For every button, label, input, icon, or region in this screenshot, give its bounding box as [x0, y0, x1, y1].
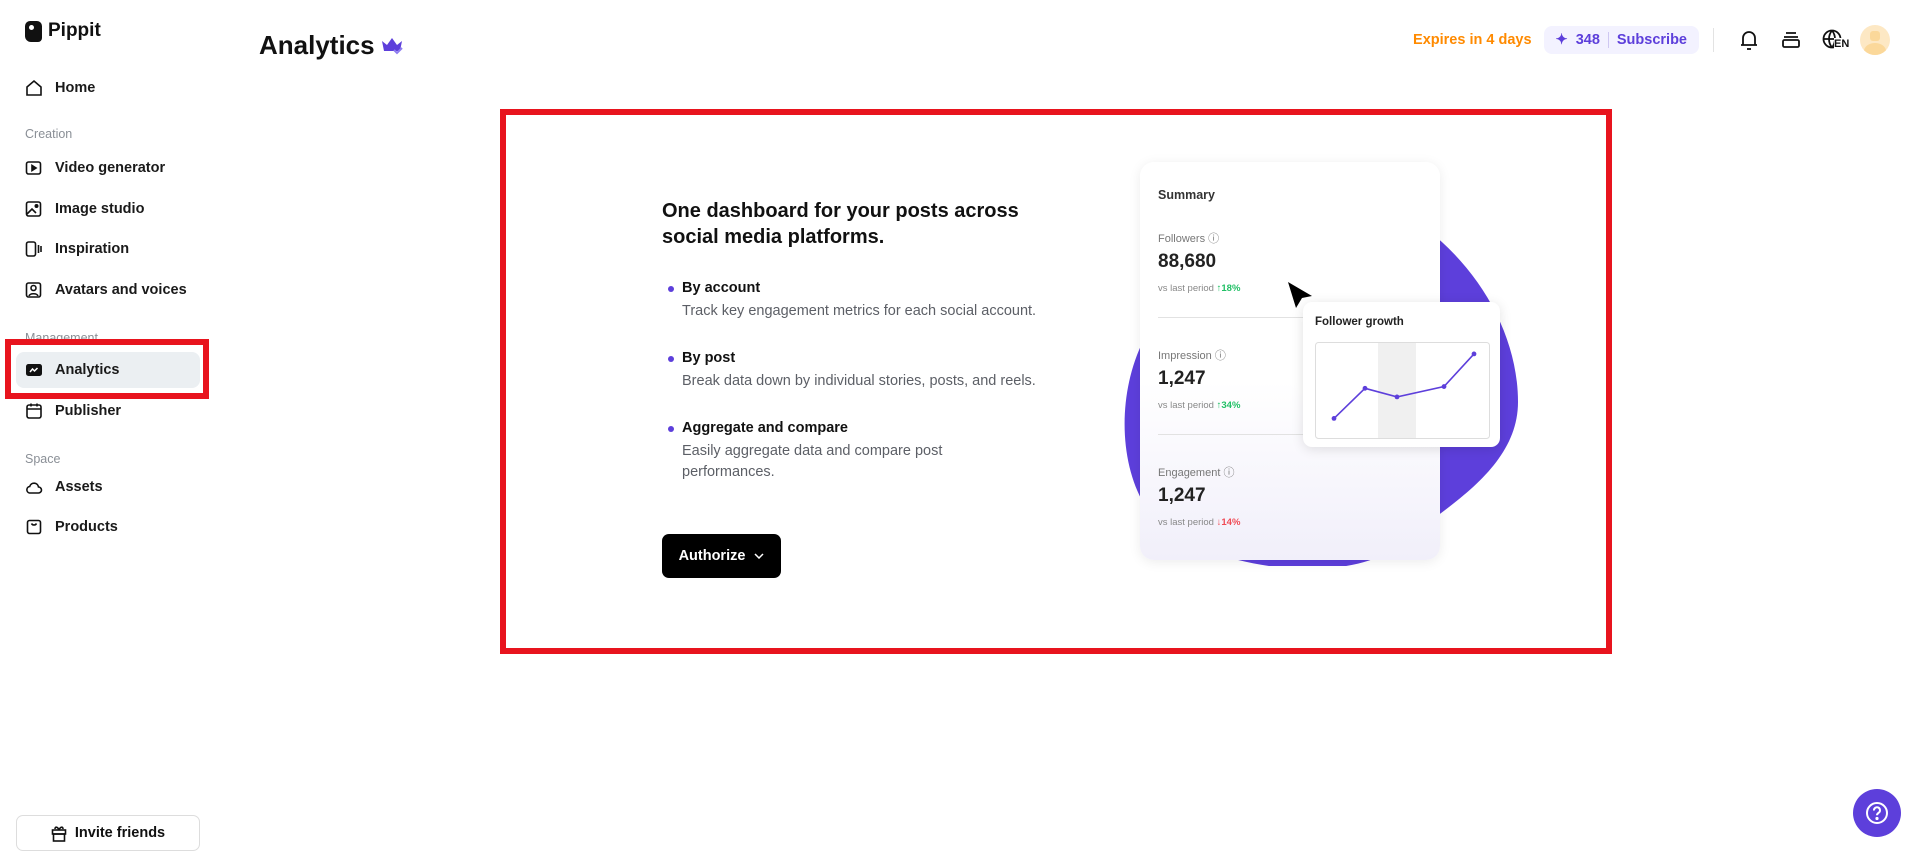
- metric-value: 1,247: [1158, 485, 1206, 506]
- expiry-notice[interactable]: Expires in 4 days: [1413, 32, 1531, 48]
- subscribe-button[interactable]: Subscribe: [1617, 32, 1687, 48]
- intro-heading: One dashboard for your posts across soci…: [662, 200, 1019, 248]
- wallet-icon: [1782, 32, 1800, 48]
- credits-subscribe-pill[interactable]: ✦ 348 Subscribe: [1543, 26, 1699, 54]
- wallet-button[interactable]: [1770, 26, 1812, 54]
- language-code: EN: [1834, 38, 1850, 50]
- metric-value: 88,680: [1158, 251, 1217, 272]
- metric-label: Engagement ⓘ: [1158, 467, 1235, 479]
- follower-growth-chart: [1315, 342, 1490, 439]
- metric-change: vs last period ↑18%: [1158, 283, 1241, 294]
- help-circle-icon: ⓘ: [1223, 467, 1235, 479]
- authorize-button[interactable]: Authorize: [662, 534, 781, 578]
- header-actions: Expires in 4 days ✦ 348 Subscribe EN: [1413, 25, 1890, 55]
- growth-point: [1471, 351, 1477, 357]
- image-icon: [25, 201, 42, 217]
- help-circle-icon: ⓘ: [1214, 350, 1226, 362]
- logo-icon: [25, 20, 42, 42]
- home-icon: [26, 79, 42, 96]
- video-icon: [25, 161, 42, 175]
- pill-divider: [1607, 32, 1609, 48]
- notifications-button[interactable]: [1728, 26, 1770, 54]
- sidebar-item-home[interactable]: Home: [16, 70, 200, 106]
- bullet-dot: [668, 426, 674, 432]
- summary-title: Summary: [1158, 188, 1215, 202]
- invite-friends-button[interactable]: Invite friends: [16, 815, 200, 851]
- help-button[interactable]: [1853, 789, 1901, 837]
- growth-point: [1362, 385, 1368, 391]
- section-space: Space: [25, 452, 61, 466]
- question-icon: [1866, 802, 1888, 824]
- help-circle-icon: ⓘ: [1208, 233, 1220, 245]
- growth-point: [1331, 416, 1337, 421]
- inspiration-icon: [25, 241, 42, 257]
- gift-icon: [51, 825, 67, 842]
- bullet-dot: [668, 356, 674, 362]
- avatar-icon: [25, 282, 42, 298]
- cloud-icon: [26, 482, 43, 494]
- sidebar-item-video-generator[interactable]: Video generator: [16, 150, 200, 186]
- metric-label: Impression ⓘ: [1158, 350, 1226, 362]
- sparkle-icon: ✦: [1555, 32, 1568, 48]
- follower-growth-title: Follower growth: [1315, 316, 1404, 328]
- bell-icon: [1741, 31, 1757, 50]
- highlight-box-analytics: [5, 339, 209, 399]
- sidebar-item-publisher[interactable]: Publisher: [16, 393, 200, 429]
- page-title: Analytics: [259, 30, 403, 61]
- growth-point: [1394, 394, 1400, 400]
- metric-change: vs last period ↑34%: [1158, 400, 1241, 411]
- follower-growth-card: Follower growth: [1303, 302, 1500, 447]
- chevron-down-icon: [754, 553, 764, 559]
- user-avatar[interactable]: [1860, 25, 1890, 55]
- crown-icon: [381, 37, 403, 54]
- sidebar-item-inspiration[interactable]: Inspiration: [16, 231, 200, 267]
- credits-count: 348: [1575, 32, 1600, 48]
- sidebar-item-assets[interactable]: Assets: [16, 469, 200, 505]
- growth-point: [1441, 384, 1447, 389]
- sidebar-item-avatars[interactable]: Avatars and voices: [16, 272, 200, 308]
- section-creation: Creation: [25, 127, 73, 141]
- bag-icon: [26, 519, 42, 535]
- metric-change: vs last period ↓14%: [1158, 517, 1241, 528]
- sidebar-item-image-studio[interactable]: Image studio: [16, 191, 200, 227]
- language-button[interactable]: EN: [1812, 26, 1854, 54]
- metric-label: Followers ⓘ: [1158, 233, 1220, 245]
- bullet-dot: [668, 286, 674, 292]
- sidebar-item-products[interactable]: Products: [16, 509, 200, 545]
- header-divider: [1713, 28, 1714, 52]
- pippit-logo[interactable]: Pippit: [25, 20, 101, 42]
- metric-value: 1,247: [1158, 368, 1206, 389]
- calendar-icon: [26, 403, 42, 419]
